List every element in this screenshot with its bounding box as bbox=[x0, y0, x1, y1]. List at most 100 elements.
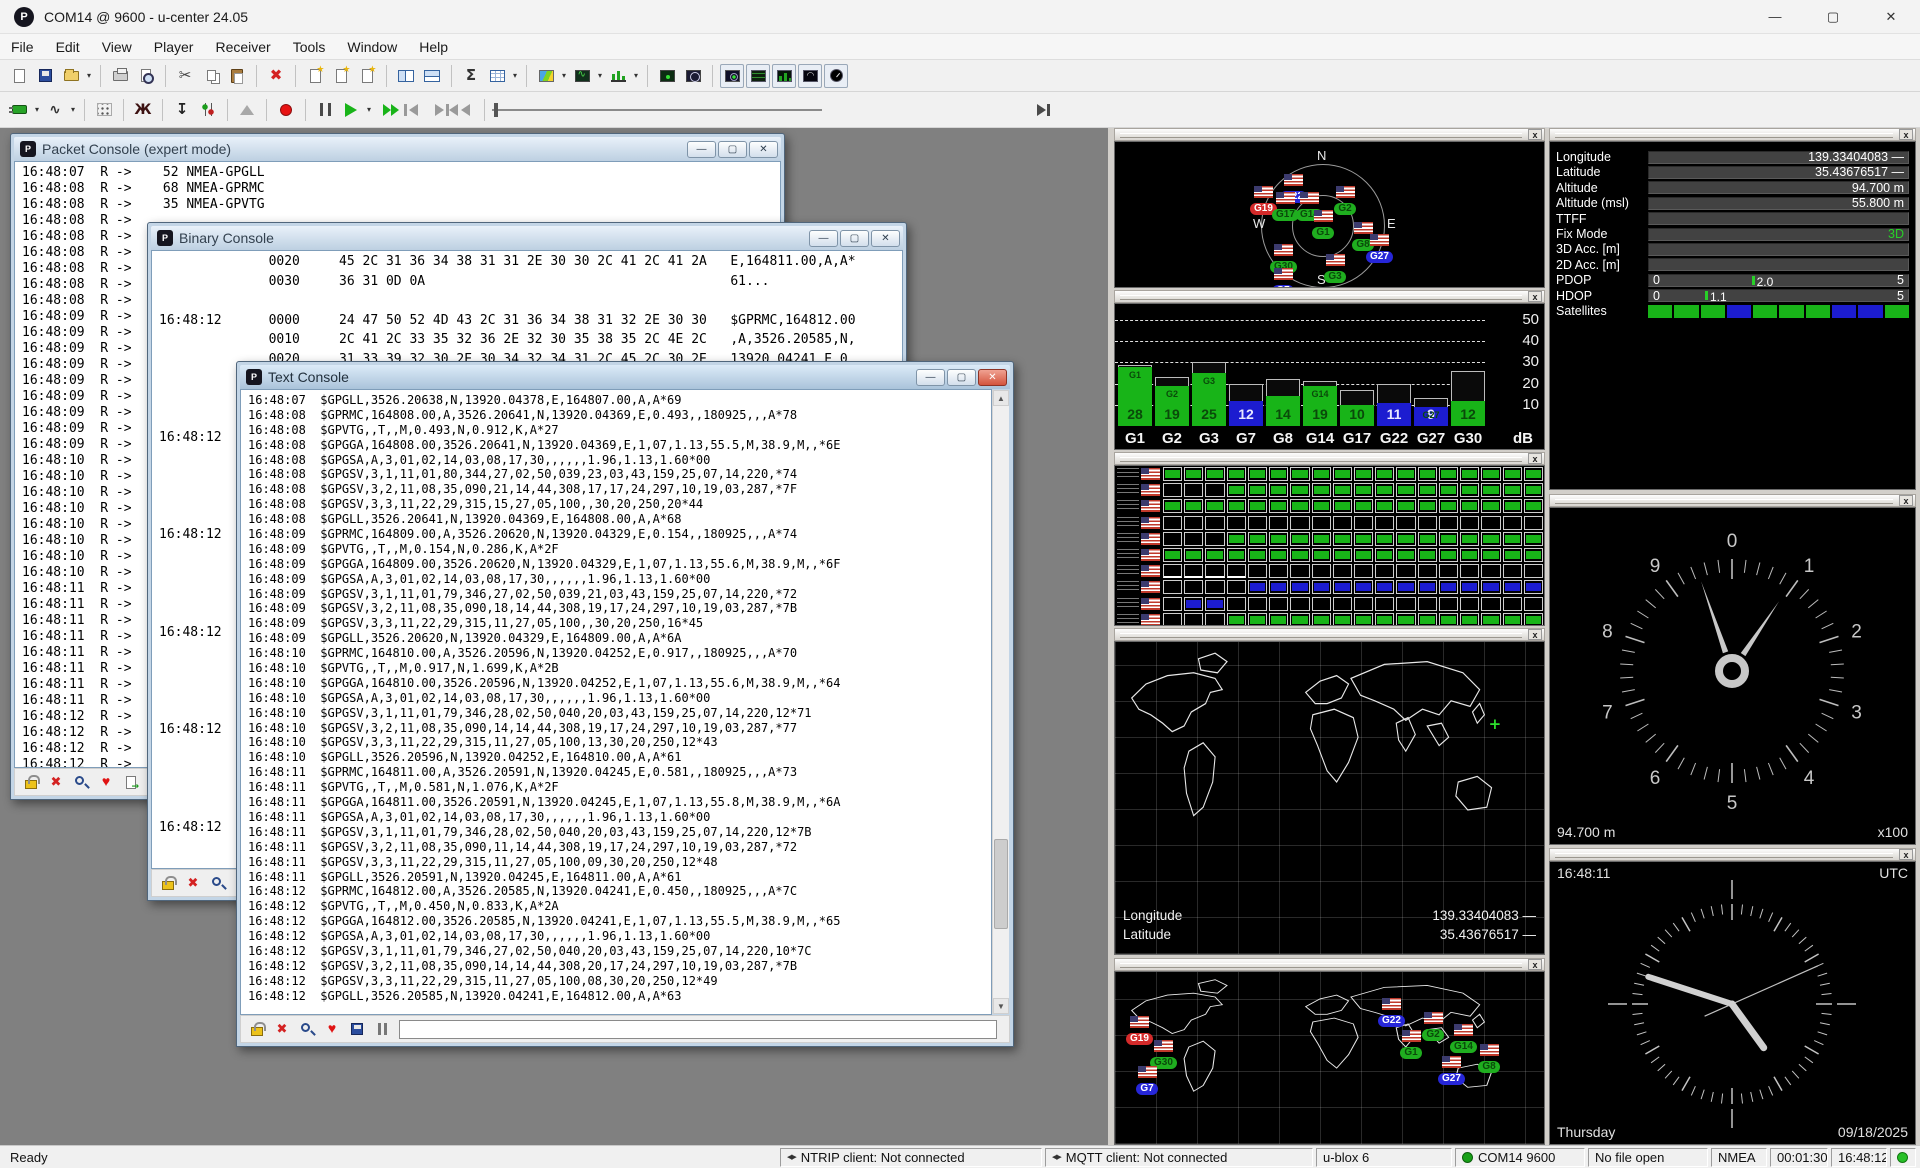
close-button[interactable]: ✕ bbox=[1862, 0, 1920, 33]
dropdown-caret[interactable]: ▾ bbox=[510, 71, 520, 80]
camera-view-button[interactable] bbox=[570, 64, 594, 88]
sky-view-button[interactable] bbox=[720, 64, 744, 88]
debug-messages-button[interactable] bbox=[131, 98, 155, 122]
dropdown-caret[interactable]: ▾ bbox=[364, 105, 374, 114]
goto-end-button[interactable] bbox=[1029, 98, 1053, 122]
panel-grip[interactable]: x bbox=[1114, 290, 1545, 303]
menu-edit[interactable]: Edit bbox=[45, 37, 91, 57]
minimize-button[interactable]: — bbox=[916, 369, 945, 386]
lock-icon[interactable] bbox=[23, 774, 39, 790]
panel-grip[interactable]: x bbox=[1114, 452, 1545, 465]
chart-view-button[interactable] bbox=[534, 64, 558, 88]
save-file-button[interactable] bbox=[33, 64, 57, 88]
paste-button[interactable] bbox=[225, 64, 249, 88]
receiver-connection-button[interactable] bbox=[7, 98, 31, 122]
statistics-button[interactable] bbox=[459, 64, 483, 88]
protocol-filter-button[interactable] bbox=[43, 98, 67, 122]
lock-icon[interactable] bbox=[160, 875, 176, 891]
maximize-button[interactable]: ▢ bbox=[947, 369, 976, 386]
menu-view[interactable]: View bbox=[91, 37, 143, 57]
lock-icon[interactable] bbox=[249, 1021, 265, 1037]
panel-grip[interactable]: x bbox=[1549, 128, 1916, 141]
panel-grip[interactable]: x bbox=[1114, 958, 1545, 971]
dropdown-caret[interactable]: ▾ bbox=[84, 71, 94, 80]
open-file-button[interactable] bbox=[59, 64, 83, 88]
panel-close-button[interactable]: x bbox=[1899, 129, 1913, 140]
copy-button[interactable] bbox=[199, 64, 223, 88]
panel-close-button[interactable]: x bbox=[1528, 629, 1542, 640]
command-input[interactable] bbox=[399, 1020, 997, 1039]
text-console-window[interactable]: P Text Console — ▢ ✕ 16:48:07 $GPGLL,352… bbox=[236, 361, 1014, 1047]
panel-close-button[interactable]: x bbox=[1528, 291, 1542, 302]
valve-control-button[interactable] bbox=[196, 98, 220, 122]
clear-icon[interactable] bbox=[274, 1021, 290, 1037]
maximize-button[interactable]: ▢ bbox=[718, 141, 747, 158]
dropdown-caret[interactable]: ▾ bbox=[595, 71, 605, 80]
maximize-button[interactable]: ▢ bbox=[1804, 0, 1862, 33]
clear-icon[interactable] bbox=[48, 774, 64, 790]
eject-button[interactable] bbox=[235, 98, 259, 122]
pause-button[interactable] bbox=[313, 98, 337, 122]
split-horizontal-button[interactable] bbox=[394, 64, 418, 88]
panel-close-button[interactable]: x bbox=[1899, 849, 1913, 860]
favorite-icon[interactable] bbox=[98, 774, 114, 790]
scrollbar-thumb[interactable] bbox=[994, 839, 1008, 929]
zoom-icon[interactable] bbox=[210, 875, 226, 891]
minimize-button[interactable]: — bbox=[809, 230, 838, 247]
split-vertical-button[interactable] bbox=[420, 64, 444, 88]
new-text-console-button[interactable] bbox=[355, 64, 379, 88]
dropdown-caret[interactable]: ▾ bbox=[631, 71, 641, 80]
docked-table-button[interactable] bbox=[746, 64, 770, 88]
new-packet-console-button[interactable] bbox=[303, 64, 327, 88]
clear-icon[interactable] bbox=[185, 875, 201, 891]
fast-forward-button[interactable] bbox=[375, 98, 399, 122]
vertical-scrollbar[interactable]: ▲ ▼ bbox=[992, 390, 1009, 1014]
docked-clock-button[interactable] bbox=[824, 64, 848, 88]
table-view-button[interactable] bbox=[485, 64, 509, 88]
binary-console-titlebar[interactable]: P Binary Console — ▢ ✕ bbox=[151, 226, 903, 250]
menu-receiver[interactable]: Receiver bbox=[204, 37, 281, 57]
zoom-icon[interactable] bbox=[299, 1021, 315, 1037]
new-binary-console-button[interactable] bbox=[329, 64, 353, 88]
favorite-icon[interactable] bbox=[324, 1021, 340, 1037]
panel-close-button[interactable]: x bbox=[1528, 129, 1542, 140]
dropdown-caret[interactable]: ▾ bbox=[68, 105, 78, 114]
panel-grip[interactable]: x bbox=[1549, 494, 1916, 507]
discard-messages-button[interactable] bbox=[264, 64, 288, 88]
step-back-button[interactable] bbox=[401, 98, 425, 122]
position-slider-button[interactable] bbox=[492, 98, 828, 122]
minimize-button[interactable]: — bbox=[687, 141, 716, 158]
minimize-button[interactable]: — bbox=[1746, 0, 1804, 33]
globe-panel-button[interactable] bbox=[681, 64, 705, 88]
new-file-button[interactable] bbox=[7, 64, 31, 88]
autobauding-button[interactable] bbox=[92, 98, 116, 122]
text-console-output[interactable]: 16:48:07 $GPGLL,3526.20638,N,13920.04378… bbox=[240, 389, 992, 1015]
play-button[interactable] bbox=[339, 98, 363, 122]
step-forward-button[interactable] bbox=[427, 98, 451, 122]
close-button[interactable]: ✕ bbox=[871, 230, 900, 247]
menu-player[interactable]: Player bbox=[143, 37, 205, 57]
filter-icon[interactable] bbox=[123, 774, 139, 790]
menu-tools[interactable]: Tools bbox=[282, 37, 337, 57]
panel-grip[interactable]: x bbox=[1114, 128, 1545, 141]
panel-close-button[interactable]: x bbox=[1528, 453, 1542, 464]
text-console-titlebar[interactable]: P Text Console — ▢ ✕ bbox=[240, 365, 1010, 389]
scroll-down-arrow[interactable]: ▼ bbox=[993, 998, 1009, 1014]
dropdown-caret[interactable]: ▾ bbox=[32, 105, 42, 114]
close-button[interactable]: ✕ bbox=[749, 141, 778, 158]
close-button[interactable]: ✕ bbox=[978, 369, 1007, 386]
panel-close-button[interactable]: x bbox=[1899, 495, 1913, 506]
zoom-icon[interactable] bbox=[73, 774, 89, 790]
record-button[interactable] bbox=[274, 98, 298, 122]
pause-capture-icon[interactable] bbox=[374, 1021, 390, 1037]
print-button[interactable] bbox=[108, 64, 132, 88]
menu-file[interactable]: File bbox=[0, 37, 45, 57]
download-database-button[interactable] bbox=[170, 98, 194, 122]
panel-grip[interactable]: x bbox=[1114, 628, 1545, 641]
save-log-icon[interactable] bbox=[349, 1021, 365, 1037]
docked-chart-button[interactable] bbox=[772, 64, 796, 88]
rewind-button[interactable] bbox=[453, 98, 477, 122]
menu-help[interactable]: Help bbox=[408, 37, 459, 57]
packet-console-titlebar[interactable]: P Packet Console (expert mode) — ▢ ✕ bbox=[14, 137, 781, 161]
maximize-button[interactable]: ▢ bbox=[840, 230, 869, 247]
